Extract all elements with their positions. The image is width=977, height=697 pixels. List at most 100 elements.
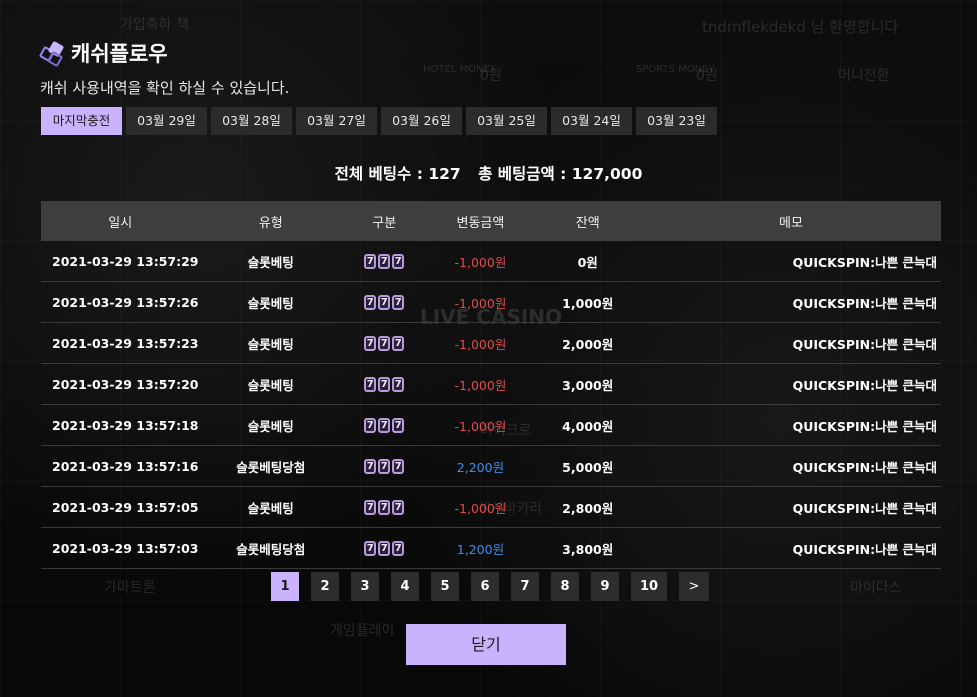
page-10-button[interactable]: 10 (631, 572, 667, 601)
table-row: 2021-03-29 13:57:18 슬롯베팅 777 -1,000원 4,0… (41, 404, 941, 446)
date-tabs: 마지막충전 03월 29일 03월 28일 03월 27일 03월 26일 03… (41, 107, 717, 135)
row-change: -1,000원 (426, 486, 535, 528)
table-row: 2021-03-29 13:57:23 슬롯베팅 777 -1,000원 2,0… (41, 322, 941, 364)
close-button[interactable]: 닫기 (406, 624, 566, 665)
col-kind: 구분 (342, 201, 427, 241)
row-date: 2021-03-29 13:57:05 (41, 486, 200, 528)
table-row: 2021-03-29 13:57:20 슬롯베팅 777 -1,000원 3,0… (41, 363, 941, 405)
row-balance: 5,000원 (534, 445, 641, 487)
slot-777-icon: 777 (364, 500, 405, 515)
row-memo: QUICKSPIN:나쁜 큰늑대 (640, 486, 941, 528)
tab-0324[interactable]: 03월 24일 (551, 107, 632, 135)
row-balance: 2,800원 (534, 486, 641, 528)
slot-777-icon: 777 (364, 459, 405, 474)
row-kind: 777 (342, 241, 427, 282)
col-type: 유형 (199, 201, 343, 241)
row-memo: QUICKSPIN:나쁜 큰늑대 (640, 445, 941, 487)
row-date: 2021-03-29 13:57:29 (41, 241, 200, 282)
row-memo: QUICKSPIN:나쁜 큰늑대 (640, 322, 941, 364)
row-change: -1,000원 (426, 281, 535, 323)
total-bet-count: 전체 베팅수 : 127 (334, 165, 461, 183)
next-page-button[interactable]: > (679, 572, 709, 601)
row-date: 2021-03-29 13:57:16 (41, 445, 200, 487)
cashflow-modal: 캐쉬플로우 캐쉬 사용내역을 확인 하실 수 있습니다. 마지막충전 03월 2… (0, 0, 977, 697)
tab-0323[interactable]: 03월 23일 (636, 107, 717, 135)
row-balance: 3,800원 (534, 527, 641, 569)
page-6-button[interactable]: 6 (471, 572, 499, 601)
row-kind: 777 (342, 404, 427, 446)
row-kind: 777 (342, 486, 427, 528)
page-5-button[interactable]: 5 (431, 572, 459, 601)
row-balance: 2,000원 (534, 322, 641, 364)
row-type: 슬롯베팅 (199, 486, 343, 528)
row-date: 2021-03-29 13:57:03 (41, 527, 200, 569)
tab-0327[interactable]: 03월 27일 (296, 107, 377, 135)
page-4-button[interactable]: 4 (391, 572, 419, 601)
col-balance: 잔액 (534, 201, 641, 241)
row-change: -1,000원 (426, 363, 535, 405)
table-row: 2021-03-29 13:57:16 슬롯베팅당첨 777 2,200원 5,… (41, 445, 941, 487)
modal-header: 캐쉬플로우 (38, 38, 168, 68)
row-type: 슬롯베팅 (199, 404, 343, 446)
page-7-button[interactable]: 7 (511, 572, 539, 601)
table-row: 2021-03-29 13:57:05 슬롯베팅 777 -1,000원 2,8… (41, 486, 941, 528)
tab-0329[interactable]: 03월 29일 (126, 107, 207, 135)
slot-777-icon: 777 (364, 295, 405, 310)
modal-subtitle: 캐쉬 사용내역을 확인 하실 수 있습니다. (40, 79, 290, 97)
slot-777-icon: 777 (364, 541, 405, 556)
pagination: 1 2 3 4 5 6 7 8 9 10 > (271, 572, 709, 601)
row-memo: QUICKSPIN:나쁜 큰늑대 (640, 527, 941, 569)
slot-777-icon: 777 (364, 254, 405, 269)
row-memo: QUICKSPIN:나쁜 큰늑대 (640, 281, 941, 323)
hexagon-logo-icon (38, 40, 65, 68)
row-date: 2021-03-29 13:57:23 (41, 322, 200, 364)
row-balance: 0원 (534, 241, 641, 282)
row-change: 1,200원 (426, 527, 535, 569)
table-row: 2021-03-29 13:57:29 슬롯베팅 777 -1,000원 0원 … (41, 241, 941, 282)
col-date: 일시 (41, 201, 200, 241)
row-date: 2021-03-29 13:57:26 (41, 281, 200, 323)
betting-summary: 전체 베팅수 : 127 총 베팅금액 : 127,000 (0, 162, 977, 184)
tab-0328[interactable]: 03월 28일 (211, 107, 292, 135)
row-change: 2,200원 (426, 445, 535, 487)
table-row: 2021-03-29 13:57:26 슬롯베팅 777 -1,000원 1,0… (41, 281, 941, 323)
page-8-button[interactable]: 8 (551, 572, 579, 601)
row-change: -1,000원 (426, 404, 535, 446)
tab-last-charge[interactable]: 마지막충전 (41, 107, 122, 135)
row-memo: QUICKSPIN:나쁜 큰늑대 (640, 404, 941, 446)
col-memo: 메모 (640, 201, 941, 241)
row-type: 슬롯베팅 (199, 363, 343, 405)
row-kind: 777 (342, 527, 427, 569)
row-type: 슬롯베팅당첨 (199, 445, 343, 487)
row-kind: 777 (342, 281, 427, 323)
row-date: 2021-03-29 13:57:20 (41, 363, 200, 405)
row-type: 슬롯베팅당첨 (199, 527, 343, 569)
cashflow-table: 일시 유형 구분 변동금액 잔액 메모 2021-03-29 13:57:29 … (41, 201, 941, 569)
row-change: -1,000원 (426, 241, 535, 282)
row-balance: 4,000원 (534, 404, 641, 446)
col-change: 변동금액 (426, 201, 535, 241)
row-change: -1,000원 (426, 322, 535, 364)
row-balance: 3,000원 (534, 363, 641, 405)
page-9-button[interactable]: 9 (591, 572, 619, 601)
table-header-row: 일시 유형 구분 변동금액 잔액 메모 (41, 201, 941, 241)
total-bet-amount: 총 베팅금액 : 127,000 (478, 165, 643, 183)
row-type: 슬롯베팅 (199, 241, 343, 282)
page-2-button[interactable]: 2 (311, 572, 339, 601)
page-1-button[interactable]: 1 (271, 572, 299, 601)
tab-0325[interactable]: 03월 25일 (466, 107, 547, 135)
row-kind: 777 (342, 363, 427, 405)
row-type: 슬롯베팅 (199, 281, 343, 323)
row-memo: QUICKSPIN:나쁜 큰늑대 (640, 363, 941, 405)
table-row: 2021-03-29 13:57:03 슬롯베팅당첨 777 1,200원 3,… (41, 527, 941, 569)
row-memo: QUICKSPIN:나쁜 큰늑대 (640, 241, 941, 282)
row-type: 슬롯베팅 (199, 322, 343, 364)
tab-0326[interactable]: 03월 26일 (381, 107, 462, 135)
slot-777-icon: 777 (364, 377, 405, 392)
slot-777-icon: 777 (364, 418, 405, 433)
row-balance: 1,000원 (534, 281, 641, 323)
slot-777-icon: 777 (364, 336, 405, 351)
row-date: 2021-03-29 13:57:18 (41, 404, 200, 446)
row-kind: 777 (342, 445, 427, 487)
page-3-button[interactable]: 3 (351, 572, 379, 601)
